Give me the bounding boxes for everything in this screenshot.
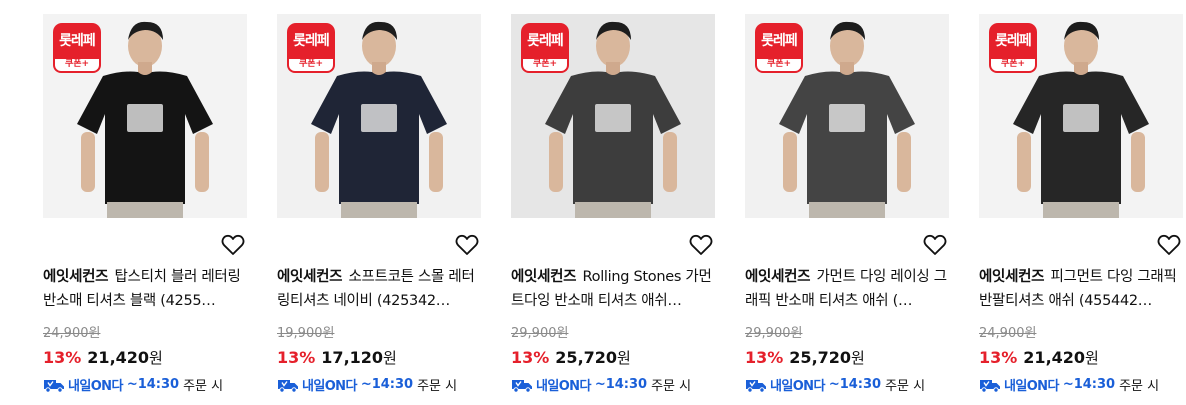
delivery-truck-icon bbox=[44, 379, 64, 393]
delivery-note: 주문 시 bbox=[651, 379, 692, 394]
delivery-info: 내일ON다 ~14:30 주문 시 bbox=[745, 375, 925, 394]
currency-label: 원 bbox=[1085, 349, 1099, 367]
delivery-cutoff-time: ~14:30 bbox=[1062, 377, 1116, 392]
product-image[interactable]: 롯레페 쿠폰+ bbox=[745, 14, 949, 218]
brand-name: 에잇세컨즈 bbox=[979, 269, 1045, 285]
product-image[interactable]: 롯레페 쿠폰+ bbox=[43, 14, 247, 218]
discount-rate: 13% bbox=[511, 348, 550, 367]
delivery-tag: 내일ON다 bbox=[1004, 379, 1059, 394]
product-card[interactable]: 롯레페 쿠폰+ 에잇세컨즈 피그먼트 다잉 그래픽 반팔티셔츠 애쉬 (4554… bbox=[979, 0, 1183, 405]
delivery-info: 내일ON다 ~14:30 주문 시 bbox=[511, 375, 691, 394]
sale-price-line: 13% 21,420원 bbox=[43, 347, 163, 368]
product-image[interactable]: 롯레페 쿠폰+ bbox=[277, 14, 481, 218]
product-card[interactable]: 롯레페 쿠폰+ 에잇세컨즈 탑스티치 블러 레터링 반소매 티셔츠 블랙 (42… bbox=[43, 0, 247, 405]
delivery-tag: 내일ON다 bbox=[68, 379, 123, 394]
brand-name: 에잇세컨즈 bbox=[745, 269, 811, 285]
delivery-cutoff-time: ~14:30 bbox=[828, 377, 882, 392]
product-title[interactable]: 에잇세컨즈 피그먼트 다잉 그래픽 반팔티셔츠 애쉬 (455442… bbox=[979, 265, 1183, 313]
delivery-cutoff-time: ~14:30 bbox=[360, 377, 414, 392]
product-title[interactable]: 에잇세컨즈 소프트코튼 스몰 레터링티셔츠 네이비 (425342… bbox=[277, 265, 481, 313]
product-card[interactable]: 롯레페 쿠폰+ 에잇세컨즈 소프트코튼 스몰 레터링티셔츠 네이비 (42534… bbox=[277, 0, 481, 405]
product-card[interactable]: 롯레페 쿠폰+ 에잇세컨즈 가먼트 다잉 레이싱 그래픽 반소매 티셔츠 애쉬 … bbox=[745, 0, 949, 405]
currency-label: 원 bbox=[149, 349, 163, 367]
discount-rate: 13% bbox=[43, 348, 82, 367]
delivery-cutoff-time: ~14:30 bbox=[126, 377, 180, 392]
delivery-truck-icon bbox=[512, 379, 532, 393]
sale-price: 21,420 bbox=[1023, 348, 1086, 367]
currency-label: 원 bbox=[617, 349, 631, 367]
badge-top-label: 롯레페 bbox=[521, 23, 569, 59]
badge-bottom-label: 쿠폰+ bbox=[989, 59, 1037, 73]
original-price: 29,900원 bbox=[745, 326, 803, 341]
product-grid: 롯레페 쿠폰+ 에잇세컨즈 탑스티치 블러 레터링 반소매 티셔츠 블랙 (42… bbox=[0, 0, 1186, 405]
delivery-info: 내일ON다 ~14:30 주문 시 bbox=[979, 375, 1159, 394]
sale-price-line: 13% 21,420원 bbox=[979, 347, 1099, 368]
badge-top-label: 롯레페 bbox=[53, 23, 101, 59]
sale-price-line: 13% 25,720원 bbox=[511, 347, 631, 368]
lotte-coupon-badge: 롯레페 쿠폰+ bbox=[521, 23, 569, 73]
discount-rate: 13% bbox=[745, 348, 784, 367]
discount-rate: 13% bbox=[277, 348, 316, 367]
original-price: 19,900원 bbox=[277, 326, 335, 341]
product-title[interactable]: 에잇세컨즈 Rolling Stones 가먼트다잉 반소매 티셔츠 애쉬… bbox=[511, 265, 715, 313]
heart-icon[interactable] bbox=[689, 234, 713, 256]
sale-price: 25,720 bbox=[789, 348, 852, 367]
delivery-truck-icon bbox=[746, 379, 766, 393]
delivery-truck-icon bbox=[980, 379, 1000, 393]
currency-label: 원 bbox=[383, 349, 397, 367]
original-price: 24,900원 bbox=[979, 326, 1037, 341]
lotte-coupon-badge: 롯레페 쿠폰+ bbox=[755, 23, 803, 73]
currency-label: 원 bbox=[851, 349, 865, 367]
lotte-coupon-badge: 롯레페 쿠폰+ bbox=[989, 23, 1037, 73]
lotte-coupon-badge: 롯레페 쿠폰+ bbox=[53, 23, 101, 73]
delivery-tag: 내일ON다 bbox=[770, 379, 825, 394]
badge-bottom-label: 쿠폰+ bbox=[53, 59, 101, 73]
sale-price: 17,120 bbox=[321, 348, 384, 367]
delivery-tag: 내일ON다 bbox=[302, 379, 357, 394]
badge-top-label: 롯레페 bbox=[989, 23, 1037, 59]
brand-name: 에잇세컨즈 bbox=[43, 269, 109, 285]
delivery-truck-icon bbox=[278, 379, 298, 393]
badge-bottom-label: 쿠폰+ bbox=[521, 59, 569, 73]
badge-top-label: 롯레페 bbox=[755, 23, 803, 59]
heart-icon[interactable] bbox=[455, 234, 479, 256]
sale-price-line: 13% 25,720원 bbox=[745, 347, 865, 368]
original-price: 29,900원 bbox=[511, 326, 569, 341]
discount-rate: 13% bbox=[979, 348, 1018, 367]
heart-icon[interactable] bbox=[221, 234, 245, 256]
brand-name: 에잇세컨즈 bbox=[511, 269, 577, 285]
original-price: 24,900원 bbox=[43, 326, 101, 341]
product-image[interactable]: 롯레페 쿠폰+ bbox=[511, 14, 715, 218]
brand-name: 에잇세컨즈 bbox=[277, 269, 343, 285]
sale-price: 25,720 bbox=[555, 348, 618, 367]
product-title[interactable]: 에잇세컨즈 탑스티치 블러 레터링 반소매 티셔츠 블랙 (4255… bbox=[43, 265, 247, 313]
heart-icon[interactable] bbox=[923, 234, 947, 256]
product-card[interactable]: 롯레페 쿠폰+ 에잇세컨즈 Rolling Stones 가먼트다잉 반소매 티… bbox=[511, 0, 715, 405]
heart-icon[interactable] bbox=[1157, 234, 1181, 256]
sale-price: 21,420 bbox=[87, 348, 150, 367]
product-image[interactable]: 롯레페 쿠폰+ bbox=[979, 14, 1183, 218]
delivery-info: 내일ON다 ~14:30 주문 시 bbox=[43, 375, 223, 394]
delivery-note: 주문 시 bbox=[885, 379, 926, 394]
delivery-info: 내일ON다 ~14:30 주문 시 bbox=[277, 375, 457, 394]
lotte-coupon-badge: 롯레페 쿠폰+ bbox=[287, 23, 335, 73]
badge-bottom-label: 쿠폰+ bbox=[287, 59, 335, 73]
badge-top-label: 롯레페 bbox=[287, 23, 335, 59]
delivery-note: 주문 시 bbox=[417, 379, 458, 394]
delivery-cutoff-time: ~14:30 bbox=[594, 377, 648, 392]
delivery-note: 주문 시 bbox=[1119, 379, 1160, 394]
delivery-note: 주문 시 bbox=[183, 379, 224, 394]
delivery-tag: 내일ON다 bbox=[536, 379, 591, 394]
product-title[interactable]: 에잇세컨즈 가먼트 다잉 레이싱 그래픽 반소매 티셔츠 애쉬 (… bbox=[745, 265, 949, 313]
sale-price-line: 13% 17,120원 bbox=[277, 347, 397, 368]
badge-bottom-label: 쿠폰+ bbox=[755, 59, 803, 73]
